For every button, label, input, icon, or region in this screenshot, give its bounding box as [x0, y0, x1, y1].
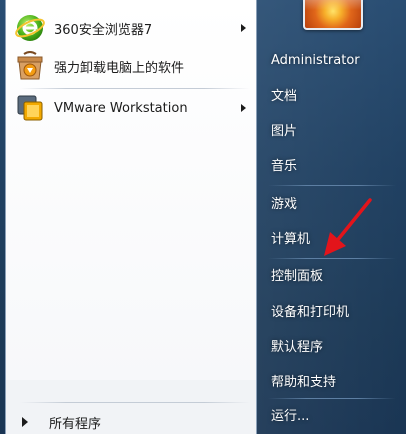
right-item-label: Administrator [271, 52, 360, 68]
user-avatar[interactable] [303, 0, 363, 30]
program-vmware[interactable]: VMware Workstation [8, 89, 254, 127]
right-item-label: 游戏 [271, 196, 298, 212]
submenu-arrow-icon[interactable] [241, 104, 246, 112]
uninstaller-icon [14, 50, 46, 82]
right-item-default-programs[interactable]: 默认程序 [264, 330, 400, 360]
right-item-label: 音乐 [271, 158, 298, 174]
right-item-label: 默认程序 [271, 339, 324, 355]
right-item-computer[interactable]: 计算机 [264, 222, 400, 252]
right-item-administrator[interactable]: Administrator [264, 45, 400, 75]
divider [20, 402, 250, 403]
all-programs-button[interactable]: 所有程序 [8, 410, 254, 434]
programs-panel: 360安全浏览器7 强力卸载电脑上的软件 VMware Workstation [5, 0, 257, 434]
right-item-pictures[interactable]: 图片 [264, 114, 400, 144]
program-label: 360安全浏览器7 [54, 22, 153, 38]
right-item-label: 运行... [271, 408, 310, 424]
right-item-music[interactable]: 音乐 [264, 149, 400, 179]
right-item-label: 帮助和支持 [271, 374, 337, 390]
right-item-control-panel[interactable]: 控制面板 [264, 259, 400, 289]
program-uninstaller[interactable]: 强力卸载电脑上的软件 [8, 47, 254, 85]
program-label: 强力卸载电脑上的软件 [54, 60, 185, 76]
right-item-run[interactable]: 运行... [264, 399, 400, 429]
all-programs-label: 所有程序 [49, 416, 102, 432]
divider [268, 185, 396, 186]
right-item-label: 设备和打印机 [271, 304, 350, 320]
right-item-label: 图片 [271, 123, 298, 139]
program-label: VMware Workstation [54, 100, 188, 116]
right-item-help-support[interactable]: 帮助和支持 [264, 365, 400, 395]
vmware-icon [14, 92, 46, 124]
right-item-label: 控制面板 [271, 268, 324, 284]
360-browser-icon [14, 12, 46, 44]
expand-arrow-icon [22, 417, 28, 427]
right-item-documents[interactable]: 文档 [264, 79, 400, 109]
program-360-browser[interactable]: 360安全浏览器7 [8, 9, 254, 47]
right-item-devices-printers[interactable]: 设备和打印机 [264, 295, 400, 325]
right-item-label: 计算机 [271, 231, 311, 247]
right-item-games[interactable]: 游戏 [264, 187, 400, 217]
submenu-arrow-icon[interactable] [241, 24, 246, 32]
right-item-label: 文档 [271, 88, 298, 104]
